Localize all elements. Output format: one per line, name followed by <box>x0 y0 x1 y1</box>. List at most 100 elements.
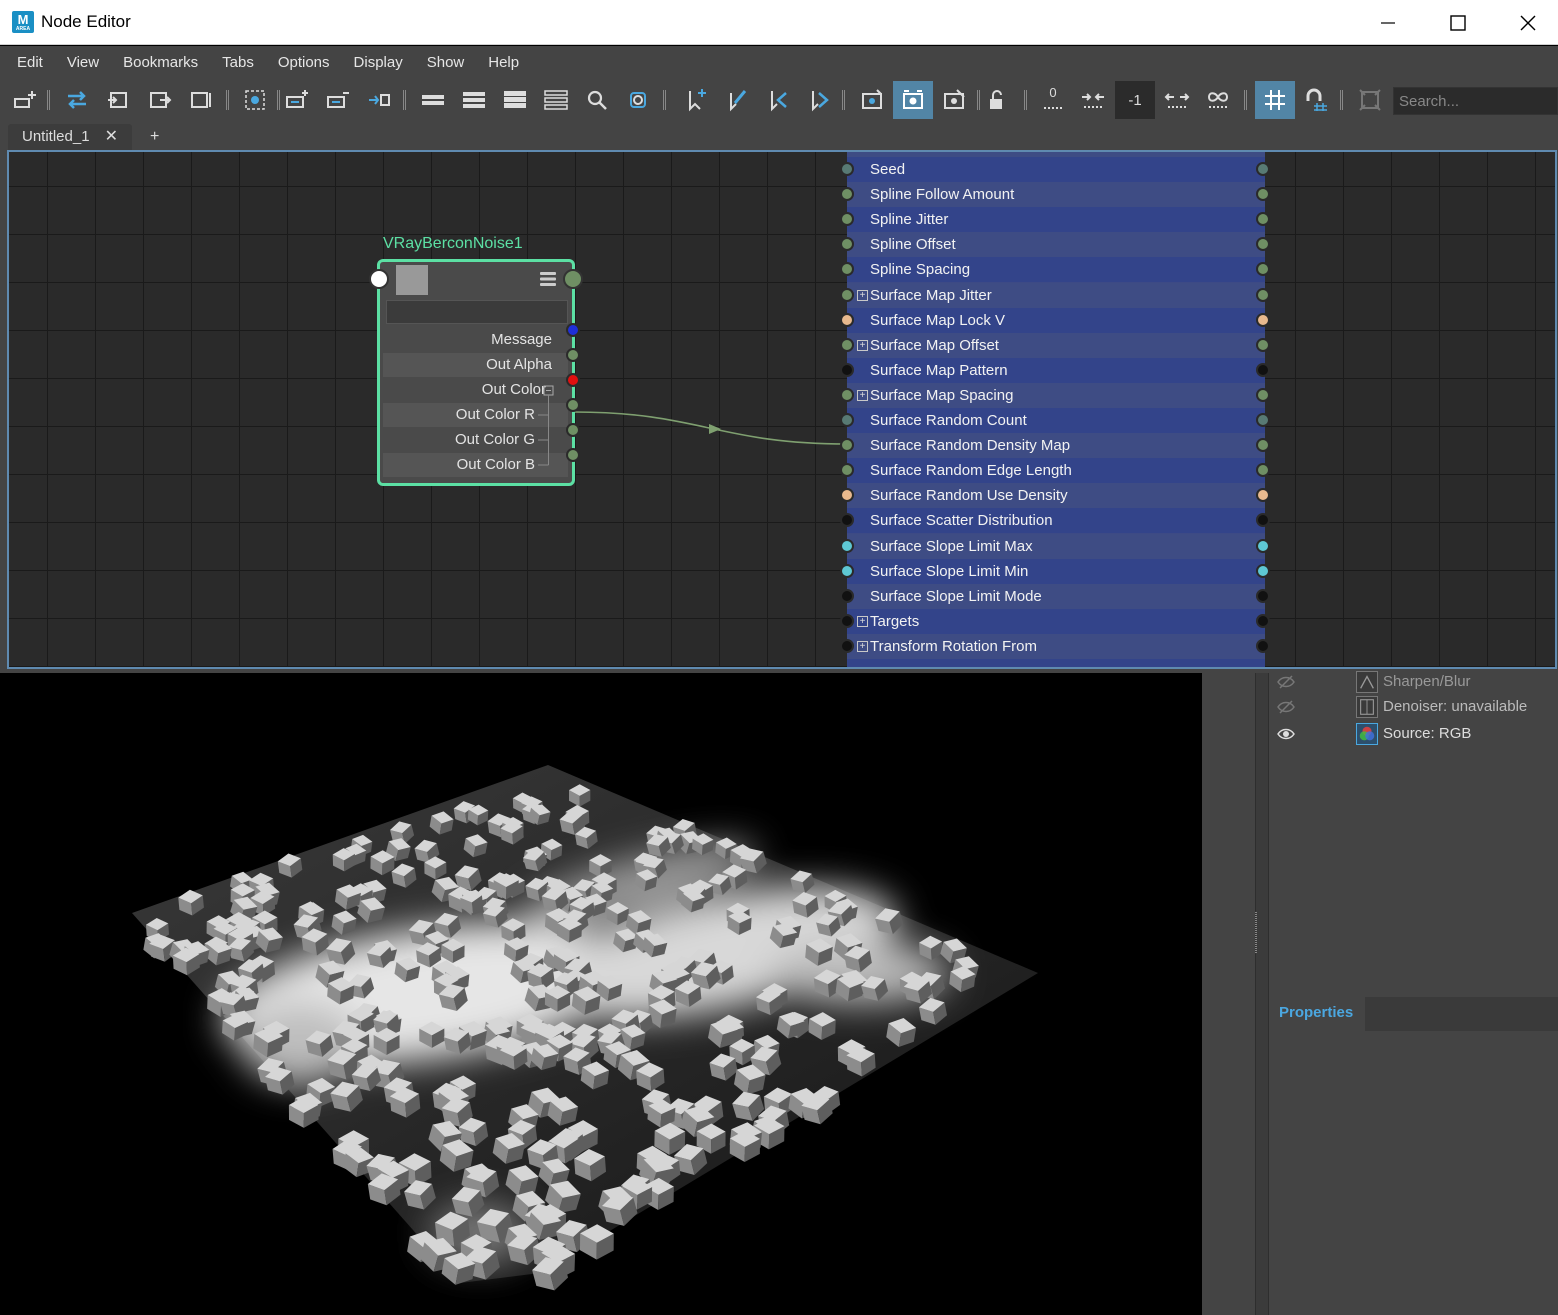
node-output-port[interactable] <box>563 269 583 289</box>
menu-help[interactable]: Help <box>476 46 531 80</box>
layer-denoiser[interactable]: Denoiser: unavailable <box>1270 694 1558 720</box>
menu-edit[interactable]: Edit <box>5 46 55 80</box>
attribute-output-port[interactable] <box>1256 287 1270 302</box>
expand-icon[interactable]: + <box>857 389 868 401</box>
attribute-input-port[interactable] <box>840 287 854 302</box>
node-port-dot[interactable] <box>566 373 580 387</box>
node-port-dot[interactable] <box>566 348 580 362</box>
pin-display-button[interactable] <box>935 81 973 119</box>
attribute-row[interactable]: + Surface Map Offset <box>847 332 1265 358</box>
node-input-port[interactable] <box>369 269 389 289</box>
attribute-row[interactable]: + Surface Map Jitter <box>847 282 1265 308</box>
attribute-output-port[interactable] <box>1256 187 1270 202</box>
attribute-row[interactable]: + Transform Rotation From <box>847 633 1265 659</box>
attribute-output-port[interactable] <box>1256 387 1270 402</box>
add-tab-button[interactable]: + <box>150 124 159 150</box>
edit-bookmark-button[interactable] <box>717 81 755 119</box>
attribute-input-port[interactable] <box>840 337 854 352</box>
attribute-output-port[interactable] <box>1256 563 1270 578</box>
remove-attribute-button[interactable] <box>319 81 357 119</box>
search-input[interactable]: Search... <box>1393 87 1558 115</box>
search-node-button[interactable] <box>578 81 616 119</box>
tab-close-icon[interactable]: ✕ <box>105 124 118 150</box>
collapse-button[interactable] <box>1074 81 1112 119</box>
expand-button[interactable] <box>1158 81 1196 119</box>
attribute-row[interactable]: Surface Slope Limit Min <box>847 558 1265 584</box>
swatch-toggle-button[interactable] <box>619 81 657 119</box>
attribute-input-port[interactable] <box>840 613 854 628</box>
graph-selected-button[interactable] <box>182 81 220 119</box>
panel-drag-handle[interactable] <box>1420 990 1460 1001</box>
expand-icon[interactable]: + <box>857 615 868 627</box>
snap-grid-button[interactable] <box>1297 81 1335 119</box>
next-bookmark-button[interactable] <box>799 81 837 119</box>
input-output-button[interactable] <box>58 81 96 119</box>
attribute-row[interactable]: Surface Random Density Map <box>847 433 1265 459</box>
node-port-dot[interactable] <box>566 448 580 462</box>
attribute-output-port[interactable] <box>1256 613 1270 628</box>
attribute-input-port[interactable] <box>840 588 854 603</box>
attribute-row[interactable]: Spline Spacing <box>847 257 1265 283</box>
attribute-output-port[interactable] <box>1256 588 1270 603</box>
full-mode-button[interactable] <box>496 81 534 119</box>
node-title[interactable]: VRayBerconNoise1 <box>383 235 523 253</box>
connected-mode-button[interactable] <box>455 81 493 119</box>
attribute-filter-button[interactable] <box>893 81 933 119</box>
attribute-row[interactable]: Spline Offset <box>847 232 1265 258</box>
menu-options[interactable]: Options <box>266 46 342 80</box>
sync-button[interactable] <box>1351 81 1389 119</box>
attribute-input-port[interactable] <box>840 362 854 377</box>
maximize-button[interactable] <box>1423 0 1493 45</box>
expand-icon[interactable]: + <box>857 640 868 652</box>
attribute-row[interactable]: Surface Map Pattern <box>847 357 1265 383</box>
previous-bookmark-button[interactable] <box>758 81 796 119</box>
attribute-input-port[interactable] <box>840 438 854 453</box>
custom-mode-button[interactable] <box>537 81 575 119</box>
panel-splitter[interactable] <box>1255 673 1269 1315</box>
menu-display[interactable]: Display <box>342 46 415 80</box>
attribute-row[interactable]: Seed <box>847 157 1265 182</box>
add-node-button[interactable] <box>6 81 44 119</box>
attribute-row[interactable]: Surface Slope Limit Mode <box>847 583 1265 609</box>
eye-icon[interactable] <box>1276 725 1296 743</box>
attribute-row[interactable]: Surface Random Count <box>847 408 1265 433</box>
node-port-dot[interactable] <box>566 323 580 337</box>
expand-icon[interactable]: + <box>857 289 868 301</box>
attribute-output-port[interactable] <box>1256 162 1270 176</box>
attribute-output-port[interactable] <box>1256 438 1270 453</box>
menu-bookmarks[interactable]: Bookmarks <box>111 46 210 80</box>
attribute-row[interactable]: Surface Random Use Density <box>847 483 1265 509</box>
menu-show[interactable]: Show <box>415 46 477 80</box>
layer-source-rgb[interactable]: Source: RGB <box>1270 721 1558 747</box>
attribute-input-port[interactable] <box>840 187 854 202</box>
close-window-button[interactable] <box>1493 0 1558 45</box>
shape-display-button[interactable] <box>853 81 891 119</box>
layout-button[interactable] <box>360 81 398 119</box>
node-search-field[interactable] <box>386 300 568 324</box>
add-bookmark-button[interactable] <box>676 81 714 119</box>
vray-bercon-noise-node[interactable]: Message Out Alpha Out Color Out Color R … <box>377 259 575 486</box>
attribute-input-port[interactable] <box>840 538 854 553</box>
simple-mode-button[interactable] <box>414 81 452 119</box>
port-message[interactable]: Message <box>383 328 568 352</box>
menu-tabs[interactable]: Tabs <box>210 46 266 80</box>
attribute-input-port[interactable] <box>840 387 854 402</box>
attribute-row[interactable]: + Targets <box>847 608 1265 634</box>
attribute-row[interactable]: + Surface Map Spacing <box>847 382 1265 408</box>
attribute-input-port[interactable] <box>840 563 854 578</box>
attribute-output-port[interactable] <box>1256 638 1270 653</box>
expand-icon[interactable]: + <box>857 339 868 351</box>
grid-offset-field[interactable]: -1 <box>1115 81 1155 119</box>
frame-all-button[interactable] <box>236 81 274 119</box>
attribute-output-port[interactable] <box>1256 362 1270 377</box>
attribute-input-port[interactable] <box>840 638 854 653</box>
eye-hidden-icon[interactable] <box>1276 698 1296 716</box>
attribute-input-port[interactable] <box>840 413 854 427</box>
properties-title[interactable]: Properties <box>1279 1004 1353 1021</box>
node-swatch[interactable] <box>396 265 428 295</box>
node-port-dot[interactable] <box>566 423 580 437</box>
grid-zero-button[interactable]: 0 <box>1034 81 1072 119</box>
grid-toggle-button[interactable] <box>1255 81 1295 119</box>
port-out-alpha[interactable]: Out Alpha <box>383 353 568 377</box>
attribute-row[interactable]: Spline Follow Amount <box>847 182 1265 208</box>
